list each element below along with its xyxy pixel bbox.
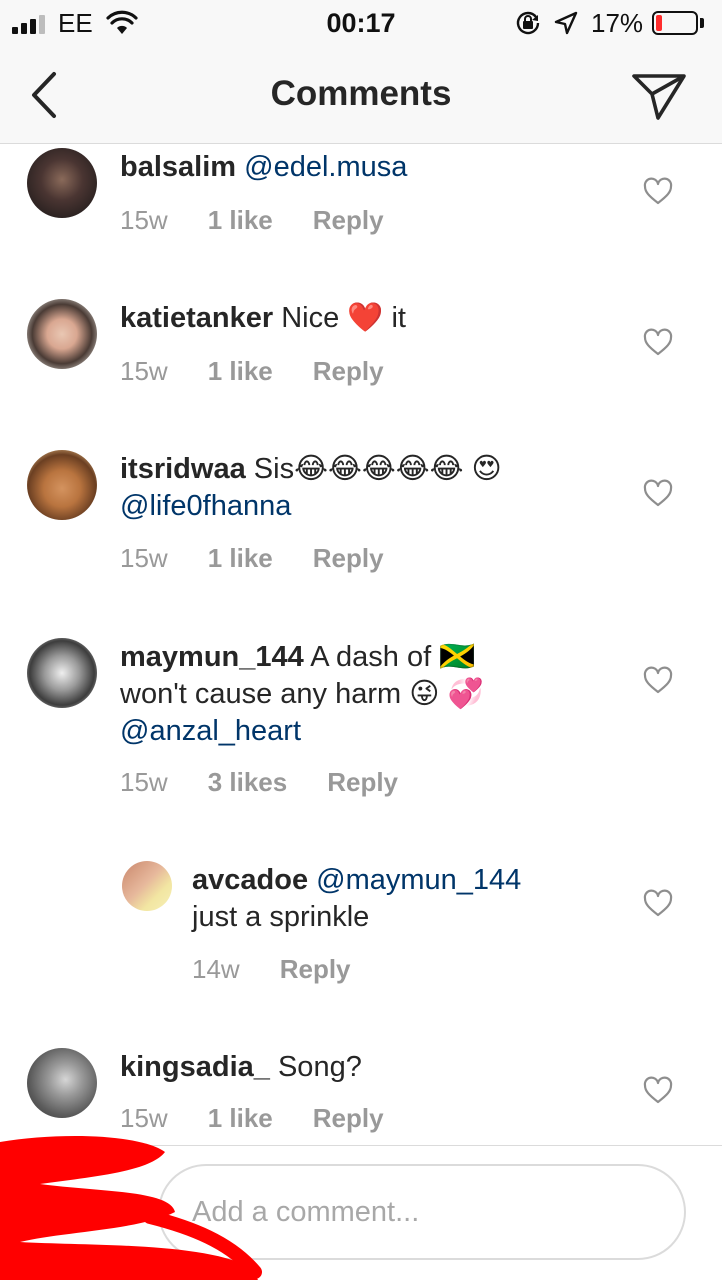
like-heart-icon[interactable] <box>643 1076 673 1104</box>
battery-tip <box>700 18 704 28</box>
like-heart-icon[interactable] <box>643 177 673 205</box>
comment-username[interactable]: avcadoe <box>192 864 308 896</box>
reply-button[interactable]: Reply <box>327 767 398 797</box>
comment-likes[interactable]: 3 likes <box>208 767 288 797</box>
comments-list: balsalim @edel.musa 15w 1 like Reply katie… <box>0 145 722 1145</box>
avatar[interactable] <box>27 638 97 708</box>
comment-message: Song? <box>277 1051 362 1083</box>
red-redaction-scribble <box>0 1136 262 1280</box>
comment-username[interactable]: balsalim <box>120 151 236 183</box>
comment-username[interactable]: maymun_144 <box>120 641 304 673</box>
comment-timestamp: 15w <box>120 767 168 797</box>
comment-timestamp: 15w <box>120 356 168 386</box>
battery-percentage: 17% <box>591 8 644 38</box>
comment-mention[interactable]: @maymun_144 <box>316 864 521 896</box>
avatar[interactable] <box>122 861 172 911</box>
comment-text: itsridwaa Sis😂😂😂😂😂 😍 @life0fhanna <box>120 451 620 525</box>
comment-meta: 15w 3 likes Reply <box>120 767 438 798</box>
comment-meta: 15w 1 like Reply <box>120 543 424 574</box>
comment-mention[interactable]: @life0fhanna <box>120 490 291 522</box>
comment-message: Nice ❤️ it <box>281 302 406 334</box>
like-heart-icon[interactable] <box>643 666 673 694</box>
comment-message: just a sprinkle <box>192 901 370 933</box>
like-heart-icon[interactable] <box>643 479 673 507</box>
comment-text: katietanker Nice ❤️ it <box>120 300 620 337</box>
status-bar: EE 00:17 17% <box>0 0 722 48</box>
reply-button[interactable]: Reply <box>280 954 351 984</box>
comment-timestamp: 15w <box>120 205 168 235</box>
comment-mention[interactable]: @anzal_heart <box>120 715 301 747</box>
location-arrow-icon <box>554 11 578 35</box>
comment-timestamp: 15w <box>120 543 168 573</box>
comment-meta: 15w 1 like Reply <box>120 205 424 236</box>
reply-button[interactable]: Reply <box>313 356 384 386</box>
like-heart-icon[interactable] <box>643 889 673 917</box>
comment-text: maymun_144 A dash of 🇯🇲 won't cause any … <box>120 639 540 750</box>
comment-mention[interactable]: @edel.musa <box>244 151 407 183</box>
comment-username[interactable]: kingsadia_ <box>120 1051 270 1083</box>
comment-likes[interactable]: 1 like <box>208 1103 273 1133</box>
reply-button[interactable]: Reply <box>313 205 384 235</box>
comment-timestamp: 15w <box>120 1103 168 1133</box>
page-title: Comments <box>270 74 452 113</box>
navigation-bar: Comments <box>0 48 722 144</box>
avatar[interactable] <box>27 148 97 218</box>
comment-likes[interactable]: 1 like <box>208 205 273 235</box>
comment-message: Sis😂😂😂😂😂 😍 <box>253 453 502 485</box>
avatar[interactable] <box>27 450 97 520</box>
battery-level-fill <box>656 15 662 31</box>
comment-meta: 14w Reply <box>192 954 391 985</box>
like-heart-icon[interactable] <box>643 328 673 356</box>
orientation-lock-icon <box>516 11 540 35</box>
comment-text: kingsadia_ Song? <box>120 1049 620 1086</box>
comment-text: avcadoe @maymun_144 just a sprinkle <box>192 862 612 936</box>
direct-send-icon[interactable] <box>628 68 688 124</box>
comment-username[interactable]: itsridwaa <box>120 453 246 485</box>
battery-icon <box>652 11 698 35</box>
comment-likes[interactable]: 1 like <box>208 356 273 386</box>
comment-meta: 15w 1 like Reply <box>120 1103 424 1134</box>
comment-likes[interactable]: 1 like <box>208 543 273 573</box>
comment-timestamp: 14w <box>192 954 240 984</box>
avatar[interactable] <box>27 1048 97 1118</box>
comment-meta: 15w 1 like Reply <box>120 356 424 387</box>
reply-button[interactable]: Reply <box>313 1103 384 1133</box>
comment-text: balsalim @edel.musa <box>120 149 620 186</box>
avatar[interactable] <box>27 299 97 369</box>
comment-username[interactable]: katietanker <box>120 302 273 334</box>
reply-button[interactable]: Reply <box>313 543 384 573</box>
